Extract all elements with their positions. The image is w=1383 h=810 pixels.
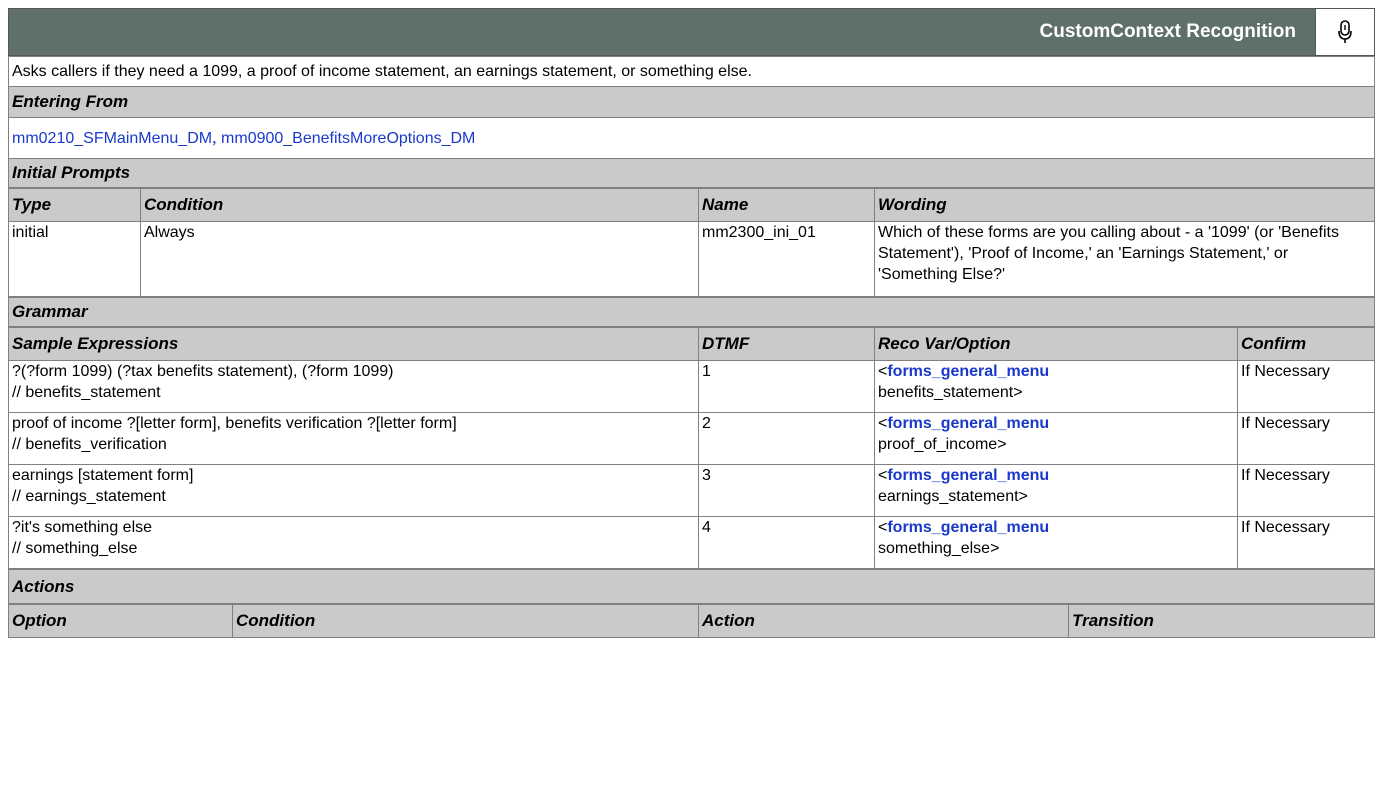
reco-var-link[interactable]: forms_general_menu <box>887 467 1049 484</box>
sample-expression: ?(?form 1099) (?tax benefits statement),… <box>8 360 699 413</box>
reco-var: <forms_general_menu proof_of_income> <box>874 412 1238 465</box>
sample-comment: // something_else <box>12 540 138 557</box>
overview-table: Asks callers if they need a 1099, a proo… <box>8 56 1375 188</box>
sample-comment: // benefits_verification <box>12 436 167 453</box>
column-header-dtmf: DTMF <box>698 327 875 361</box>
sample-expression: ?it's something else // something_else <box>8 516 699 569</box>
reco-open: < <box>878 363 888 380</box>
link-mm0900[interactable]: mm0900_BenefitsMoreOptions_DM <box>221 130 475 147</box>
column-header-transition: Transition <box>1068 604 1375 638</box>
confirm-value: If Necessary <box>1237 412 1375 465</box>
reco-var-link[interactable]: forms_general_menu <box>887 519 1049 536</box>
actions-heading-table: Actions <box>8 569 1375 604</box>
prompt-wording: Which of these forms are you calling abo… <box>874 221 1375 297</box>
dtmf-value: 4 <box>698 516 875 569</box>
dtmf-value: 1 <box>698 360 875 413</box>
column-header-name: Name <box>698 188 875 222</box>
prompt-type: initial <box>8 221 141 297</box>
sample-line: earnings [statement form] <box>12 467 194 484</box>
sample-expression: earnings [statement form] // earnings_sta… <box>8 464 699 517</box>
reco-option: proof_of_income> <box>878 436 1007 453</box>
microphone-icon <box>1315 9 1374 55</box>
initial-prompts-table: Type Condition Name Wording initial Alwa… <box>8 188 1375 297</box>
column-header-sample-expressions: Sample Expressions <box>8 327 699 361</box>
reco-var-link[interactable]: forms_general_menu <box>887 363 1049 380</box>
table-row: proof of income ?[letter form], benefits… <box>8 412 1375 465</box>
initial-prompts-column-headers: Type Condition Name Wording <box>8 188 1375 222</box>
sample-line: proof of income ?[letter form], benefits… <box>12 415 457 432</box>
reco-option: benefits_statement> <box>878 384 1023 401</box>
reco-option: earnings_statement> <box>878 488 1028 505</box>
entering-from-heading: Entering From <box>8 86 1375 118</box>
actions-column-headers: Option Condition Action Transition <box>8 604 1375 638</box>
grammar-table: Sample Expressions DTMF Reco Var/Option … <box>8 327 1375 569</box>
table-row: ?it's something else// something_else 4 … <box>8 516 1375 569</box>
entering-from-links: mm0210_SFMainMenu_DM, mm0900_BenefitsMor… <box>8 117 1375 159</box>
column-header-condition: Condition <box>232 604 699 638</box>
link-mm0210[interactable]: mm0210_SFMainMenu_DM <box>12 130 212 147</box>
sample-comment: // benefits_statement <box>12 384 161 401</box>
actions-table: Option Condition Action Transition <box>8 604 1375 638</box>
table-row: initial Always mm2300_ini_01 Which of th… <box>8 221 1375 297</box>
prompt-name: mm2300_ini_01 <box>698 221 875 297</box>
grammar-heading: Grammar <box>8 297 1375 327</box>
column-header-confirm: Confirm <box>1237 327 1375 361</box>
reco-option: something_else> <box>878 540 1000 557</box>
reco-var: <forms_general_menu something_else> <box>874 516 1238 569</box>
module-header: CustomContext Recognition <box>8 8 1375 56</box>
module-description: Asks callers if they need a 1099, a proo… <box>8 56 1375 87</box>
column-header-wording: Wording <box>874 188 1375 222</box>
sample-expression: proof of income ?[letter form], benefits… <box>8 412 699 465</box>
reco-var-link[interactable]: forms_general_menu <box>887 415 1049 432</box>
table-row: ?(?form 1099) (?tax benefits statement),… <box>8 360 1375 413</box>
reco-var: <forms_general_menu benefits_statement> <box>874 360 1238 413</box>
reco-open: < <box>878 415 888 432</box>
grammar-heading-table: Grammar <box>8 297 1375 327</box>
initial-prompts-heading: Initial Prompts <box>8 158 1375 188</box>
column-header-action: Action <box>698 604 1069 638</box>
confirm-value: If Necessary <box>1237 516 1375 569</box>
module-title: CustomContext Recognition <box>1039 21 1297 42</box>
actions-heading: Actions <box>8 569 1375 604</box>
sample-line: ?it's something else <box>12 519 153 536</box>
dtmf-value: 2 <box>698 412 875 465</box>
sample-line: ?(?form 1099) (?tax benefits statement),… <box>12 363 394 380</box>
confirm-value: If Necessary <box>1237 360 1375 413</box>
column-header-type: Type <box>8 188 141 222</box>
reco-open: < <box>878 519 888 536</box>
confirm-value: If Necessary <box>1237 464 1375 517</box>
column-header-condition: Condition <box>140 188 699 222</box>
column-header-option: Option <box>8 604 233 638</box>
table-row: earnings [statement form] // earnings_sta… <box>8 464 1375 517</box>
reco-var: <forms_general_menu earnings_statement> <box>874 464 1238 517</box>
dtmf-value: 3 <box>698 464 875 517</box>
prompt-condition: Always <box>140 221 699 297</box>
sample-comment: // earnings_statement <box>12 488 166 505</box>
link-separator: , <box>212 127 217 147</box>
reco-open: < <box>878 467 888 484</box>
grammar-column-headers: Sample Expressions DTMF Reco Var/Option … <box>8 327 1375 361</box>
column-header-reco-var: Reco Var/Option <box>874 327 1238 361</box>
dialog-module-spec: CustomContext Recognition Asks callers i… <box>8 8 1375 638</box>
